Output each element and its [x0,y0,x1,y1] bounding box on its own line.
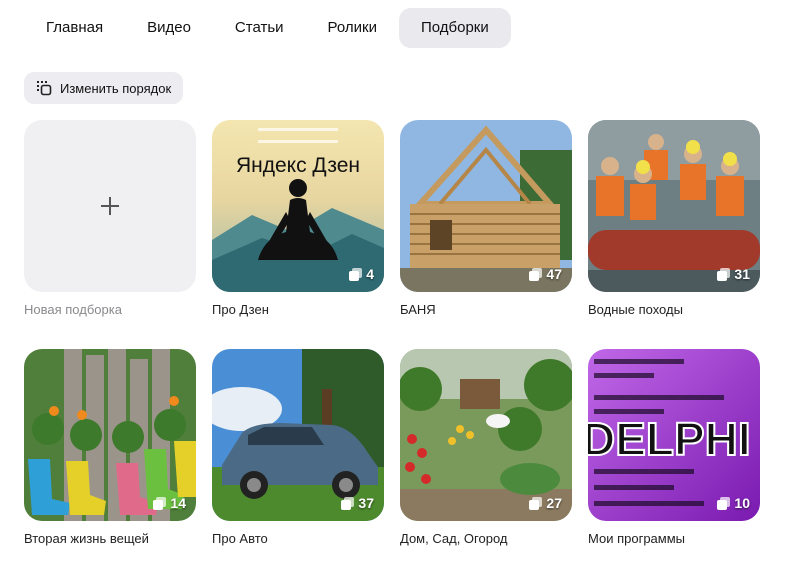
delphi-cover-text: DELPHI [588,413,751,465]
reorder-label: Изменить порядок [60,80,172,96]
collection-count-value: 10 [734,495,750,511]
stack-icon [717,496,731,510]
collection-card[interactable]: 47 БАНЯ [400,120,572,317]
reorder-icon [37,81,52,96]
stack-icon [153,496,167,510]
stack-icon [349,267,363,281]
collection-count: 4 [349,266,374,282]
collection-cover[interactable]: 37 [212,349,384,521]
zen-cover-text: Яндекс Дзен [236,154,360,177]
tab-bar: Главная Видео Статьи Ролики Подборки [24,8,511,48]
collection-count: 10 [717,495,750,511]
collection-cover[interactable]: 27 [400,349,572,521]
collection-title: Водные походы [588,302,683,317]
collection-title: Дом, Сад, Огород [400,531,508,546]
collection-title: Про Дзен [212,302,269,317]
collection-card[interactable]: 37 Про Авто [212,349,384,546]
plus-icon [101,197,119,215]
collection-title: БАНЯ [400,302,436,317]
collection-card[interactable]: 14 Вторая жизнь вещей [24,349,196,546]
collection-count: 31 [717,266,750,282]
collection-count: 27 [529,495,562,511]
collection-count-value: 14 [170,495,186,511]
collection-cover[interactable]: 14 [24,349,196,521]
tab-shorts[interactable]: Ролики [306,8,399,48]
new-collection-label: Новая подборка [24,302,122,317]
collection-count-value: 4 [366,266,374,282]
collection-title: Вторая жизнь вещей [24,531,149,546]
stack-icon [717,267,731,281]
tab-articles[interactable]: Статьи [213,8,306,48]
collection-count: 37 [341,495,374,511]
stack-icon [341,496,355,510]
new-collection-card[interactable]: Новая подборка [24,120,196,317]
reorder-button[interactable]: Изменить порядок [24,72,184,104]
tab-collections[interactable]: Подборки [398,8,511,48]
collection-card[interactable]: 27 Дом, Сад, Огород [400,349,572,546]
collection-count: 47 [529,266,562,282]
stack-icon [529,496,543,510]
stack-icon [529,267,543,281]
tab-home[interactable]: Главная [24,8,125,48]
collection-cover[interactable]: 47 [400,120,572,292]
collection-card[interactable]: 31 Водные походы [588,120,760,317]
collection-count-value: 37 [358,495,374,511]
collection-title: Про Авто [212,531,268,546]
collection-title: Мои программы [588,531,685,546]
collection-card[interactable]: DELPHI 10 Мои программы [588,349,760,546]
collection-cover[interactable]: DELPHI 10 [588,349,760,521]
tab-video[interactable]: Видео [125,8,213,48]
new-collection-tile[interactable] [24,120,196,292]
collection-count-value: 47 [546,266,562,282]
collection-count-value: 27 [546,495,562,511]
collection-cover[interactable]: 31 [588,120,760,292]
collection-count: 14 [153,495,186,511]
collection-card[interactable]: Яндекс Дзен 4 Про Дзен [212,120,384,317]
collection-cover[interactable]: Яндекс Дзен 4 [212,120,384,292]
collection-count-value: 31 [734,266,750,282]
